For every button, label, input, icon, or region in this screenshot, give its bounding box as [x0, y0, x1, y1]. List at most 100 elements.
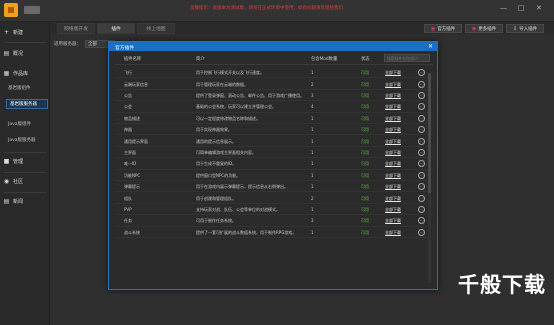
- sidebar-item-label: 作品库: [13, 70, 29, 77]
- more-options-icon[interactable]: ⋯: [418, 126, 425, 134]
- official-plugins-button[interactable]: ◉ 官方插件: [424, 24, 462, 33]
- download-all-link[interactable]: 全部下载: [385, 70, 401, 75]
- dialog-close-button[interactable]: ✕: [428, 43, 433, 50]
- sidebar-item-community[interactable]: ◉ 社区: [3, 175, 49, 187]
- tab-network-dev[interactable]: 网络版开发: [57, 23, 95, 34]
- library-icon: ▦: [3, 69, 10, 77]
- plugin-status: 可用: [361, 161, 369, 167]
- download-all-link[interactable]: 全部下载: [385, 173, 401, 178]
- more-plugins-button[interactable]: ◉ 更多插件: [465, 24, 503, 33]
- plugin-name: PVP: [124, 206, 132, 212]
- download-all-link[interactable]: 全部下载: [385, 116, 401, 121]
- divider: [4, 192, 46, 193]
- more-plugins-label: 更多插件: [478, 26, 497, 32]
- table-row[interactable]: 神器 用于实现神器效果。 1 可用 全部下载 ⋯: [115, 124, 433, 136]
- download-all-link[interactable]: 全部下载: [385, 230, 401, 235]
- sidebar-item-label: 社区: [13, 178, 24, 185]
- plugin-search-input[interactable]: [384, 54, 430, 62]
- col-header-count: 包含Mod数量: [311, 57, 338, 62]
- download-all-link[interactable]: 全部下载: [385, 82, 401, 87]
- sidebar-item-news[interactable]: ▤ 新闻: [3, 195, 49, 207]
- download-all-link[interactable]: 全部下载: [385, 93, 401, 98]
- plugin-status: 可用: [361, 184, 369, 190]
- plugin-mod-count: 1: [311, 184, 314, 190]
- sidebar-sub-java-components[interactable]: Java版组件: [8, 119, 48, 129]
- download-all-link[interactable]: 全部下载: [385, 207, 401, 212]
- more-options-icon[interactable]: ⋯: [418, 228, 425, 236]
- plugin-mod-count: 1: [311, 161, 314, 167]
- col-header-status: 状态: [361, 57, 370, 62]
- sidebar-item-overview[interactable]: ▤ 概况: [3, 47, 49, 59]
- plugin-mod-count: 1: [311, 70, 314, 76]
- table-row[interactable]: 主界面 可简单编辑游戏主界面相关内容。 1 可用 全部下载 ⋯: [115, 147, 433, 159]
- download-all-link[interactable]: 全部下载: [385, 104, 401, 109]
- official-plugins-label: 官方插件: [437, 26, 456, 32]
- table-row[interactable]: 物品描述 可以一定程度修改物品名称和描述。 1 可用 全部下载 ⋯: [115, 113, 433, 124]
- table-row[interactable]: 战斗系统 提供了一套可扩展的战斗数值系统，用于制作RPG游戏。 1 可用 全部下载 ⋯: [115, 227, 433, 238]
- more-options-icon[interactable]: ⋯: [418, 205, 425, 213]
- sidebar-sub-java-server[interactable]: Java版服务器: [8, 135, 48, 145]
- sidebar-item-library[interactable]: ▦ 作品库: [3, 67, 49, 79]
- scrollbar-thumb[interactable]: [428, 73, 431, 193]
- table-row[interactable]: 唯一ID 用于生成不重复的ID。 1 可用 全部下载 ⋯: [115, 158, 433, 170]
- plugin-mod-count: 3: [311, 92, 314, 98]
- overview-icon: ▤: [3, 49, 10, 57]
- more-options-icon[interactable]: ⋯: [418, 91, 425, 99]
- user-avatar[interactable]: [24, 6, 40, 14]
- more-options-icon[interactable]: ⋯: [418, 103, 425, 111]
- download-all-link[interactable]: 全部下载: [385, 184, 401, 189]
- more-options-icon[interactable]: ⋯: [418, 160, 425, 168]
- more-options-icon[interactable]: ⋯: [418, 137, 425, 145]
- sidebar: + 新建 ▤ 概况 ▦ 作品库 基岩版组件 基岩版服务器 Java版组件 Jav…: [0, 22, 50, 325]
- sidebar-item-new[interactable]: + 新建: [3, 26, 49, 38]
- more-options-icon[interactable]: ⋯: [418, 114, 425, 122]
- download-all-link[interactable]: 全部下载: [385, 150, 401, 155]
- download-all-link[interactable]: 全部下载: [385, 196, 401, 201]
- download-all-link[interactable]: 全部下载: [385, 161, 401, 166]
- tab-plugins[interactable]: 插件: [97, 23, 135, 34]
- sidebar-item-manage[interactable]: ■ 管理: [3, 155, 49, 167]
- download-all-link[interactable]: 全部下载: [385, 139, 401, 144]
- plugin-name: 唯一ID: [124, 161, 137, 167]
- table-row[interactable]: 组队 用于创建和管理组队。 2 可用 全部下载 ⋯: [115, 192, 433, 204]
- more-options-icon[interactable]: ⋯: [418, 183, 425, 191]
- table-row[interactable]: 任务 可用于制作任务系统。 3 可用 全部下载 ⋯: [115, 215, 433, 227]
- more-options-icon[interactable]: ⋯: [418, 194, 425, 202]
- plugin-mod-count: 1: [311, 172, 314, 178]
- more-options-icon[interactable]: ⋯: [418, 217, 425, 225]
- table-row[interactable]: 飞行 用于控制飞行模式开关以及飞行速度。 1 可用 全部下载 ⋯: [115, 67, 433, 79]
- tab-online-maps[interactable]: 线上地图: [137, 23, 175, 34]
- more-options-icon[interactable]: ⋯: [418, 80, 425, 88]
- import-plugins-button[interactable]: ⇩ 导入插件: [506, 24, 544, 33]
- table-row[interactable]: 通用提示界面 通用的提示信息展示。 1 可用 全部下载 ⋯: [115, 135, 433, 147]
- sidebar-sub-bedrock-components[interactable]: 基岩版组件: [8, 83, 48, 93]
- plugin-status: 可用: [361, 172, 369, 178]
- minimize-button[interactable]: —: [500, 4, 507, 12]
- more-options-icon[interactable]: ⋯: [418, 171, 425, 179]
- sidebar-item-label: 新建: [13, 29, 24, 36]
- table-row[interactable]: PVP 支持玩家对战、队伍、公会等单位的对战模式。 1 可用 全部下载 ⋯: [115, 204, 433, 216]
- plugin-name: 战斗系统: [124, 229, 140, 235]
- close-window-button[interactable]: ✕: [536, 4, 542, 12]
- download-all-link[interactable]: 全部下载: [385, 127, 401, 132]
- table-row[interactable]: 公会 基础的公会系统，玩家可以建立并管理公会。 4 可用 全部下载 ⋯: [115, 101, 433, 113]
- sidebar-sub-bedrock-server[interactable]: 基岩版服务器: [6, 99, 48, 109]
- divider: [4, 152, 46, 153]
- table-row[interactable]: 公告 提供了登录弹窗、滚动公告、邮件公告、用于游戏广播使用。 3 可用 全部下载 ⋯: [115, 90, 433, 102]
- plugin-mod-count: 1: [311, 149, 314, 155]
- dialog-header: 官方插件 ✕: [109, 42, 437, 51]
- plugin-description: 提供窗口型NPC的功能。: [196, 172, 241, 178]
- table-row[interactable]: 功能NPC 提供窗口型NPC的功能。 1 可用 全部下载 ⋯: [115, 170, 433, 181]
- table-row[interactable]: 云端玩家信息 用于管理玩家在云端的数据。 2 可用 全部下载 ⋯: [115, 78, 433, 90]
- maximize-button[interactable]: □: [518, 4, 525, 12]
- download-all-link[interactable]: 全部下载: [385, 218, 401, 223]
- table-scrollbar[interactable]: [428, 73, 431, 283]
- plugin-description: 基础的公会系统，玩家可以建立并管理公会。: [196, 104, 276, 110]
- more-options-icon[interactable]: ⋯: [418, 148, 425, 156]
- plugin-status: 可用: [361, 149, 369, 155]
- table-row[interactable]: 弹幕提示 用于在游戏内展示弹幕提示，提示信息从右侧弹出。 1 可用 全部下载 ⋯: [115, 181, 433, 193]
- plugin-description: 用于实现神器效果。: [196, 127, 232, 133]
- plugin-status: 可用: [361, 81, 369, 87]
- plugin-description: 提供了一套可扩展的战斗数值系统，用于制作RPG游戏。: [196, 229, 297, 235]
- more-options-icon[interactable]: ⋯: [418, 69, 425, 77]
